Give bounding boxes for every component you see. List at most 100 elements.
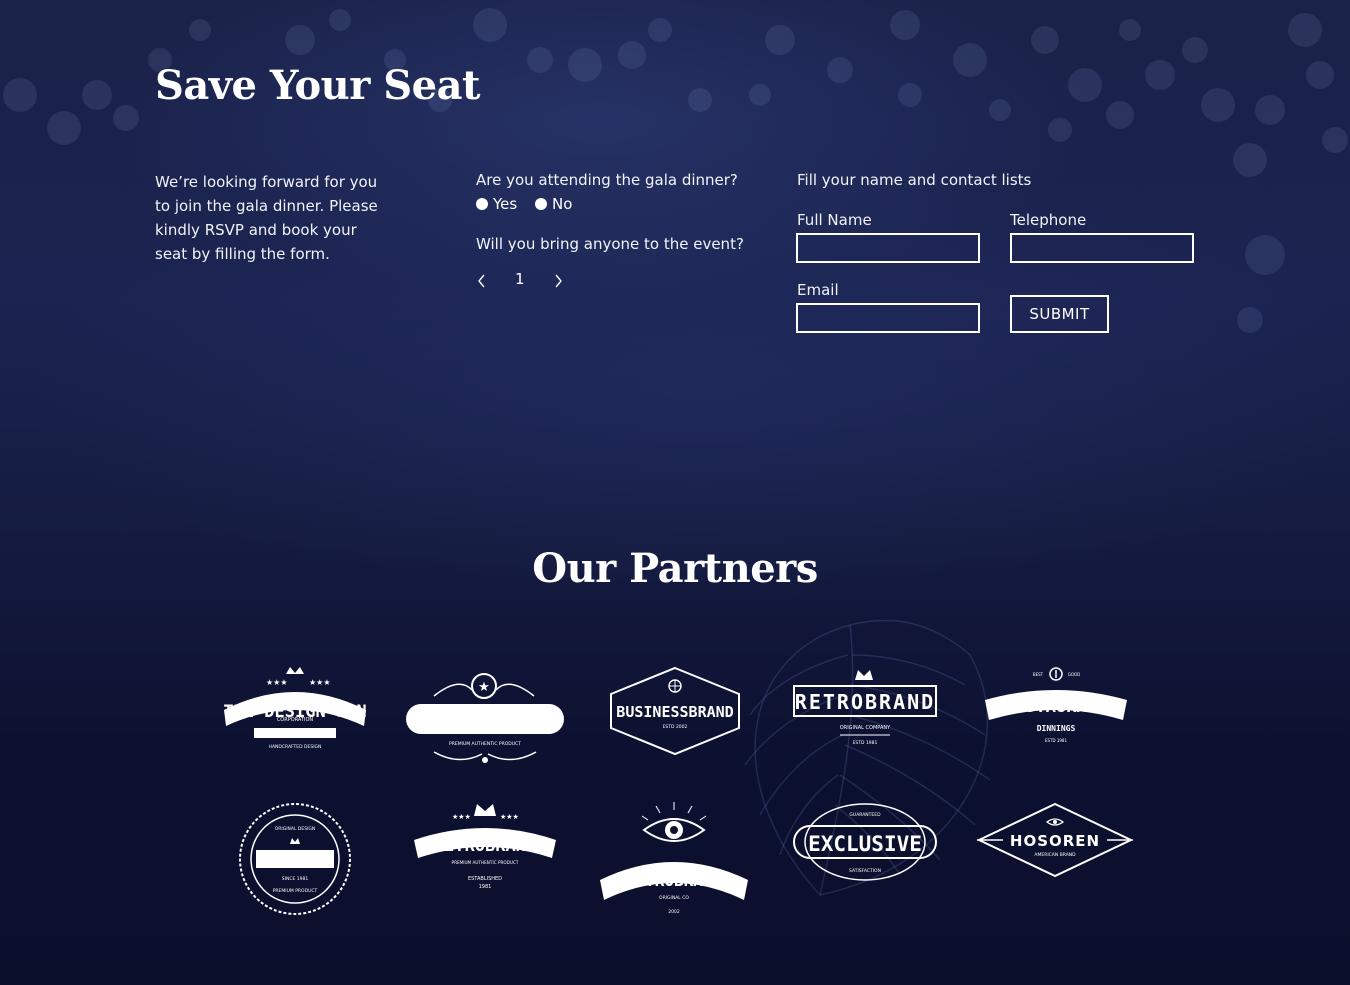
bokeh-circle [1031, 26, 1059, 54]
bokeh-circle [1288, 13, 1322, 47]
attending-question: Are you attending the gala dinner? [476, 171, 738, 189]
logo-brandname-sub: PREMIUM AUTHENTIC PRODUCT [449, 741, 521, 747]
logo-exclusive-sub: GUARANTEED [849, 812, 881, 818]
bokeh-circle [527, 47, 553, 73]
bokeh-circle [3, 78, 37, 112]
bokeh-circle [1245, 235, 1285, 275]
logo-exclusive-text: EXCLUSIVE [808, 832, 922, 856]
svg-text:★★★: ★★★ [500, 813, 519, 821]
bokeh-circle [898, 83, 922, 107]
logo-restaurant-text: RESTAURANT [1005, 697, 1107, 717]
bokeh-circle [749, 84, 771, 106]
logo-restaurant-top-right: GOOD [1068, 672, 1080, 677]
bokeh-circle [1106, 101, 1134, 129]
bokeh-circle [1048, 118, 1072, 142]
logo-retrobrand-2-sub: PREMIUM AUTHENTIC PRODUCT [452, 860, 519, 865]
partner-logo-design-son[interactable]: ★★★ ★★★ THE DESIGN SON CORPORATION ESTAB… [218, 664, 372, 756]
logo-restaurant-extra: ESTD 1981 [1045, 738, 1067, 743]
svg-text:★★★: ★★★ [452, 813, 471, 821]
logo-brandname-text: BRANDNAME [425, 710, 544, 730]
bokeh-circle [765, 25, 795, 55]
svg-text:★★★: ★★★ [266, 678, 288, 687]
page-title: Save Your Seat [155, 62, 481, 109]
logo-design-son-extra: ESTABLISHED 1961 [264, 730, 327, 738]
telephone-field[interactable] [1010, 233, 1194, 263]
radio-no-dot[interactable] [535, 198, 547, 210]
bokeh-circle [1306, 61, 1334, 89]
bokeh-circle [1255, 95, 1285, 125]
bokeh-circle [1237, 307, 1263, 333]
partner-logo-retrobrand-1[interactable]: RETROBRAND ORIGINAL COMPANY ESTD 1981 [792, 666, 938, 748]
bokeh-circle [688, 88, 712, 112]
bokeh-circle [953, 43, 987, 77]
logo-retrobrand-3-extra: 2002 [668, 909, 680, 915]
logo-retrobrand-1-sub: ORIGINAL COMPANY [840, 725, 891, 731]
bokeh-circle [1145, 60, 1175, 90]
svg-text:★★★: ★★★ [309, 678, 331, 687]
bokeh-circle [47, 111, 81, 145]
logo-restaurant-sub: DINNINGS [1037, 724, 1076, 733]
logo-retrobrand-1-extra: ESTD 1981 [853, 740, 878, 746]
partner-logo-shopname[interactable]: SHOPNAME ORIGINAL DESIGN SINCE 1981 PREM… [236, 800, 354, 918]
logo-retrobrand-2-extra: ESTABLISHED [468, 876, 502, 882]
guests-question: Will you bring anyone to the event? [476, 235, 744, 253]
full-name-field[interactable] [796, 233, 980, 263]
logo-retrobrand-1-text: RETROBRAND [795, 690, 935, 714]
logo-retrobrand-3-text: RETROBRAND [626, 871, 722, 890]
partner-logo-retrobrand-3[interactable]: RETROBRAND ORIGINAL CO 2002 [596, 800, 752, 916]
logo-hosoren-text: HOSOREN [1010, 832, 1100, 850]
partner-logo-hosoren[interactable]: HOSOREN AMERICAN BRAND [975, 800, 1135, 880]
partner-logo-retrobrand-2[interactable]: ★★★ ★★★ RETROBRAND PREMIUM AUTHENTIC PRO… [412, 800, 558, 892]
logo-shopname-extra2: PREMIUM PRODUCT [273, 888, 318, 894]
bokeh-circle [82, 80, 112, 110]
logo-retrobrand-3-sub: ORIGINAL CO [659, 895, 689, 901]
logo-restaurant-top-left: BEST [1033, 672, 1044, 677]
radio-yes-dot[interactable] [476, 198, 488, 210]
bokeh-circle [568, 48, 602, 82]
partner-logo-exclusive[interactable]: EXCLUSIVE GUARANTEED SATISFACTION [792, 800, 938, 884]
full-name-label: Full Name [797, 211, 872, 229]
partners-title: Our Partners [532, 545, 818, 592]
radio-no[interactable]: No [535, 195, 572, 213]
telephone-label: Telephone [1010, 211, 1087, 229]
bokeh-circle [1233, 143, 1267, 177]
radio-yes-label: Yes [493, 195, 518, 213]
logo-businessbrand-sub: ESTD 2002 [663, 724, 688, 730]
chevron-left-icon[interactable] [475, 272, 489, 290]
bokeh-circle [618, 41, 646, 69]
logo-design-son-sub: CORPORATION [277, 717, 314, 723]
email-field[interactable] [796, 303, 980, 333]
bokeh-circle [827, 57, 853, 83]
bokeh-circle [285, 25, 315, 55]
contact-heading: Fill your name and contact lists [797, 171, 1032, 189]
bokeh-circle [1201, 88, 1235, 122]
logo-retrobrand-2-text: RETROBRAND [434, 836, 536, 856]
bokeh-circle [1119, 19, 1141, 41]
logo-design-son-extra2: HANDCRAFTED DESIGN [269, 744, 322, 750]
bokeh-circle [329, 9, 351, 31]
radio-no-label: No [552, 195, 573, 213]
partner-logo-businessbrand[interactable]: BUSINESSBRAND ESTD 2002 [609, 666, 741, 756]
bokeh-circle [989, 99, 1011, 121]
chevron-right-icon[interactable] [551, 272, 565, 290]
radio-yes[interactable]: Yes [476, 195, 517, 213]
bokeh-circle [189, 19, 211, 41]
bokeh-circle [890, 10, 920, 40]
email-label: Email [797, 281, 839, 299]
bokeh-circle [473, 8, 507, 42]
logo-exclusive-extra: SATISFACTION [849, 868, 881, 874]
logo-shopname-sub: ORIGINAL DESIGN [275, 826, 316, 832]
partner-logo-brandname[interactable]: ★ BRANDNAME PREMIUM AUTHENTIC PRODUCT [404, 666, 566, 772]
intro-text: We’re looking forward for you to join th… [155, 173, 378, 263]
bokeh-circle [113, 105, 139, 131]
submit-button[interactable]: SUBMIT [1010, 295, 1109, 333]
logo-shopname-extra: SINCE 1981 [282, 876, 309, 882]
bokeh-circle [1182, 37, 1208, 63]
guests-count: 1 [515, 270, 525, 288]
svg-text:★: ★ [478, 680, 490, 695]
bokeh-circle [648, 18, 672, 42]
partner-logo-restaurant[interactable]: BEST GOOD RESTAURANT DINNINGS ESTD 1981 [983, 666, 1129, 748]
logo-hosoren-sub: AMERICAN BRAND [1034, 852, 1076, 858]
bokeh-circle [1068, 68, 1102, 102]
bokeh-circle [1322, 127, 1348, 153]
